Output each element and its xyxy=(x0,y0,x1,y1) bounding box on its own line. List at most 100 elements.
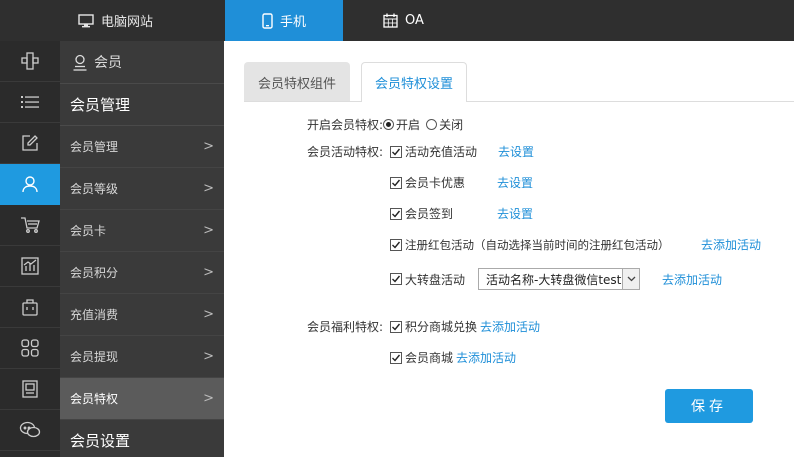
activity-redpacket-link[interactable]: 去添加活动 xyxy=(701,236,761,253)
module-edit[interactable] xyxy=(0,123,60,164)
document-icon xyxy=(22,380,38,398)
module-package[interactable] xyxy=(0,287,60,328)
welfare-member-mall-link[interactable]: 去添加活动 xyxy=(456,349,516,366)
enable-off-label: 关闭 xyxy=(439,118,464,132)
chevron-right-icon: > xyxy=(203,181,214,196)
activity-wheel-label: 大转盘活动 xyxy=(405,272,466,287)
enable-off-radio[interactable] xyxy=(426,119,438,130)
calendar-icon xyxy=(383,13,398,28)
sidebar-item-member-management[interactable]: 会员管理 > xyxy=(60,126,224,168)
activity-card-discount-row: 会员卡优惠 去设置 xyxy=(390,174,533,191)
welfare-member-mall-checkbox[interactable] xyxy=(390,351,402,364)
sidebar-section-title: 会员管理 xyxy=(60,84,224,126)
sidebar-item-recharge[interactable]: 充值消费 > xyxy=(60,294,224,336)
activity-privilege-label: 会员活动特权: xyxy=(307,145,384,159)
sidebar-item-label: 会员特权 xyxy=(70,392,119,406)
sidebar-header-label: 会员 xyxy=(94,55,122,71)
bag-icon xyxy=(21,298,39,316)
activity-card-discount-checkbox[interactable] xyxy=(390,176,402,189)
chevron-right-icon: > xyxy=(203,139,214,154)
tab-privilege-components[interactable]: 会员特权组件 xyxy=(244,62,350,102)
sidebar-header: 会员 xyxy=(60,41,224,84)
tab-mobile-label: 手机 xyxy=(279,15,306,30)
welfare-member-mall-row: 会员商城 去添加活动 xyxy=(390,349,516,366)
phone-icon xyxy=(262,12,273,29)
content-tabs: 会员特权组件 会员特权设置 xyxy=(244,62,794,102)
wheel-activity-select[interactable]: 活动名称-大转盘微信test xyxy=(478,268,640,290)
tab-privilege-settings[interactable]: 会员特权设置 xyxy=(361,62,467,102)
main-content: 会员特权组件 会员特权设置 开启会员特权: 开启 关闭 会员活动特权: 活动充值… xyxy=(224,41,794,457)
module-member[interactable] xyxy=(0,164,60,205)
sidebar-item-member-level[interactable]: 会员等级 > xyxy=(60,168,224,210)
sidebar-item-label: 会员提现 xyxy=(70,350,119,364)
welfare-points-mall-label: 积分商城兑换 xyxy=(405,320,478,334)
sidebar-menu: 会员 会员管理 会员管理 > 会员等级 > 会员卡 > 会员积分 > 充值消费 … xyxy=(60,41,224,457)
chart-icon xyxy=(21,257,39,275)
activity-redpacket-checkbox[interactable] xyxy=(390,238,402,251)
module-document[interactable] xyxy=(0,369,60,410)
activity-privilege-row: 会员活动特权: xyxy=(307,143,383,160)
module-chat[interactable] xyxy=(0,410,60,451)
module-apps[interactable] xyxy=(0,328,60,369)
tab-divider xyxy=(244,101,794,102)
welfare-points-mall-link[interactable]: 去添加活动 xyxy=(480,318,540,335)
enable-privilege-label: 开启会员特权: xyxy=(307,118,384,132)
activity-card-discount-label: 会员卡优惠 xyxy=(405,176,466,190)
activity-wheel-link[interactable]: 去添加活动 xyxy=(662,271,722,288)
save-button[interactable]: 保存 xyxy=(665,389,753,423)
module-cart[interactable] xyxy=(0,205,60,246)
welfare-member-mall-label: 会员商城 xyxy=(405,351,454,365)
activity-recharge-row: 活动充值活动 去设置 xyxy=(390,143,534,160)
top-navigation-bar: 电脑网站 手机 OA xyxy=(0,0,794,41)
module-icon-column xyxy=(0,41,60,457)
user-icon xyxy=(21,175,39,193)
tab-pc-website-label: 电脑网站 xyxy=(101,15,154,30)
activity-signin-label: 会员签到 xyxy=(405,207,454,221)
list-icon xyxy=(20,94,40,110)
sidebar-item-withdraw[interactable]: 会员提现 > xyxy=(60,336,224,378)
cart-icon xyxy=(20,216,40,234)
grid-icon xyxy=(21,339,39,357)
wheel-activity-select-value: 活动名称-大转盘微信test xyxy=(486,272,622,287)
sidebar-item-member-privilege[interactable]: 会员特权 > xyxy=(60,378,224,420)
sidebar-item-label: 会员等级 xyxy=(70,182,119,196)
activity-wheel-checkbox[interactable] xyxy=(390,273,402,285)
chevron-right-icon: > xyxy=(203,391,214,406)
activity-signin-checkbox[interactable] xyxy=(390,207,402,220)
sidebar-item-label: 会员卡 xyxy=(70,224,107,238)
activity-redpacket-label: 注册红包活动（自动选择当前时间的注册红包活动） xyxy=(405,237,670,252)
sidebar-section-member-settings[interactable]: 会员设置 xyxy=(60,420,224,457)
enable-privilege-row: 开启会员特权: 开启 关闭 xyxy=(307,116,463,133)
chevron-down-icon xyxy=(622,269,639,289)
activity-recharge-checkbox[interactable] xyxy=(390,145,402,158)
sidebar-item-label: 会员管理 xyxy=(70,140,119,154)
activity-wheel-row: 大转盘活动 活动名称-大转盘微信test 去添加活动 xyxy=(390,268,722,290)
activity-redpacket-row: 注册红包活动（自动选择当前时间的注册红包活动） 去添加活动 xyxy=(390,236,761,253)
tab-pc-website[interactable]: 电脑网站 xyxy=(78,0,153,41)
chevron-right-icon: > xyxy=(203,223,214,238)
activity-signin-link[interactable]: 去设置 xyxy=(497,205,533,222)
user-outline-icon xyxy=(72,54,88,71)
tab-mobile[interactable]: 手机 xyxy=(225,0,343,41)
module-list[interactable] xyxy=(0,82,60,123)
monitor-icon xyxy=(78,13,94,28)
sidebar-item-label: 会员积分 xyxy=(70,266,119,280)
chevron-right-icon: > xyxy=(203,307,214,322)
tab-oa[interactable]: OA xyxy=(383,0,424,41)
module-stats[interactable] xyxy=(0,246,60,287)
sidebar-item-member-points[interactable]: 会员积分 > xyxy=(60,252,224,294)
welfare-privilege-row: 会员福利特权: xyxy=(307,318,383,335)
enable-on-radio[interactable] xyxy=(383,119,395,130)
activity-recharge-link[interactable]: 去设置 xyxy=(498,143,534,160)
module-plugin[interactable] xyxy=(0,41,60,82)
activity-card-discount-link[interactable]: 去设置 xyxy=(497,174,533,191)
welfare-points-mall-checkbox[interactable] xyxy=(390,320,402,333)
chevron-right-icon: > xyxy=(203,349,214,364)
chat-icon xyxy=(19,421,41,439)
welfare-points-mall-row: 积分商城兑换 去添加活动 xyxy=(390,318,540,335)
plugin-icon xyxy=(20,51,40,71)
sidebar-item-member-card[interactable]: 会员卡 > xyxy=(60,210,224,252)
chevron-right-icon: > xyxy=(203,265,214,280)
activity-signin-row: 会员签到 去设置 xyxy=(390,205,533,222)
tab-oa-label: OA xyxy=(405,13,424,28)
